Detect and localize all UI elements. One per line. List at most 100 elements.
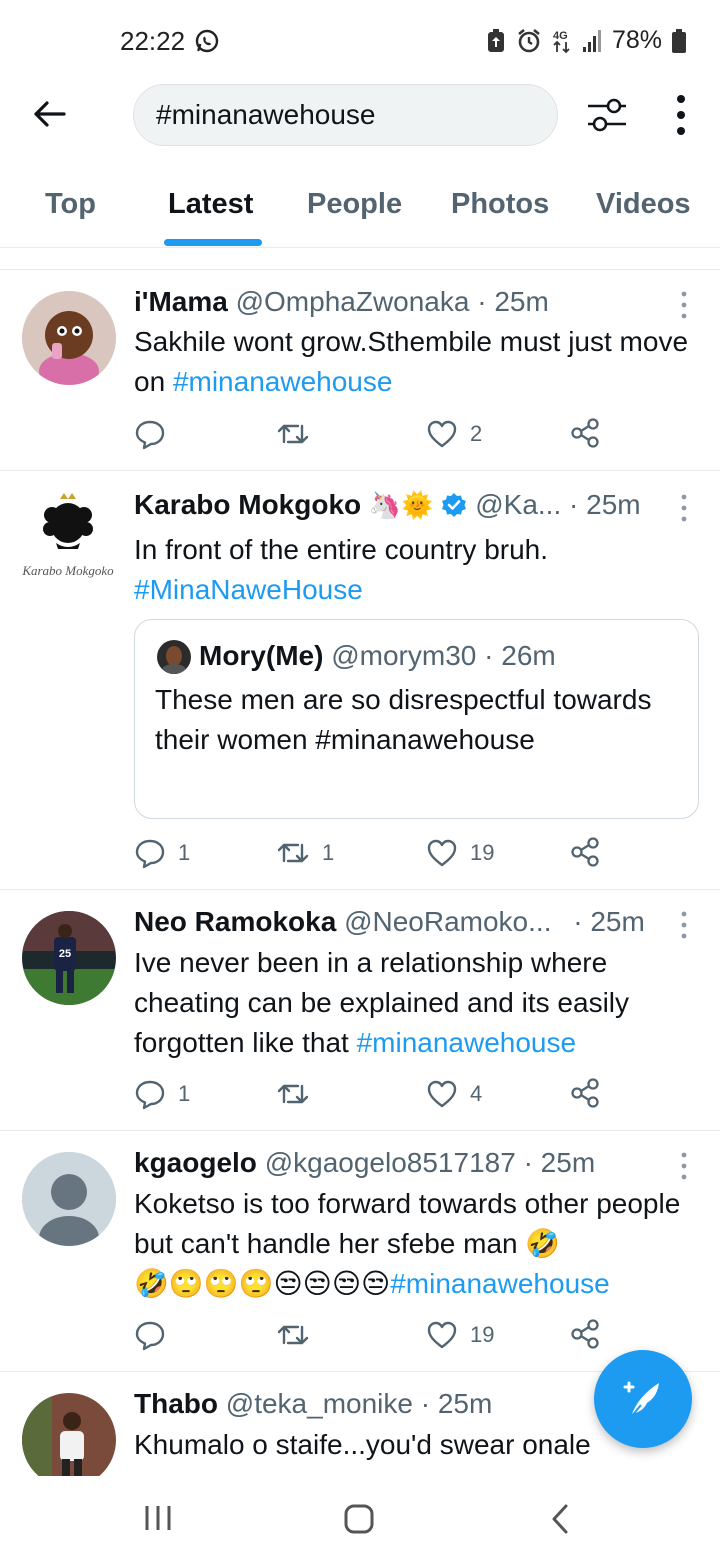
like-icon [427,1080,457,1108]
avatar-jersey-number: 25 [59,948,71,960]
tweet-header: kgaogelo @kgaogelo8517187 · 25m [134,1147,595,1179]
like-count: 19 [470,1322,495,1347]
tweet-text: Sakhile wont grow.Sthembile must just mo… [134,326,689,397]
tab-photos[interactable]: Photos [451,188,549,221]
retweet-button[interactable] [276,418,322,450]
author-name[interactable]: Thabo [134,1388,218,1419]
tweet-time: · 25m [569,489,641,520]
like-icon [427,420,457,448]
like-icon [427,839,457,867]
home-icon[interactable] [343,1503,375,1535]
retweet-icon [277,424,309,444]
avatar-caption: Karabo Mokgoko [21,563,114,578]
tweet-options-icon[interactable] [676,1151,692,1181]
quote-author-name: Mory(Me) [199,640,324,671]
share-icon [571,418,599,448]
retweet-icon [277,1325,309,1345]
tab-videos[interactable]: Videos [596,188,691,221]
author-handle: @kgaogelo8517187 [264,1147,516,1178]
avatar[interactable] [22,291,116,385]
quote-time: · 26m [484,640,556,671]
hashtag-link[interactable]: #minanawehouse [357,1027,577,1058]
like-button[interactable]: 4 [426,1078,482,1110]
like-count: 2 [470,421,483,446]
battery-icon [672,28,686,53]
tweet[interactable]: 25 Neo Ramokoka @NeoRamoko... · 25m Ive … [0,890,720,1130]
reply-count: 1 [178,840,191,865]
author-name[interactable]: Neo Ramokoka [134,906,336,937]
retweet-button[interactable] [276,1319,322,1351]
author-name[interactable]: Karabo Mokgoko [134,489,361,520]
like-button[interactable]: 19 [426,837,494,869]
compose-tweet-button[interactable] [594,1350,692,1448]
tab-people[interactable]: People [307,188,402,221]
alarm-icon [518,28,540,52]
share-button[interactable] [570,1319,600,1349]
hashtag-link[interactable]: #minanawehouse [390,1268,610,1299]
quoted-tweet[interactable]: Mory(Me) @morym30 · 26m These men are so… [134,619,699,819]
share-button[interactable] [570,1078,600,1108]
tweet-actions: 1 1 19 [134,837,614,871]
tweet[interactable]: i'Mama @OmphaZwonaka · 25m Sakhile wont … [0,270,720,470]
avatar[interactable] [22,1393,116,1476]
reply-button[interactable]: 1 [134,837,190,869]
battery-percent: 78% [611,26,662,54]
avatar[interactable]: Karabo Mokgoko [16,489,120,583]
whatsapp-icon [195,29,219,53]
share-button[interactable] [570,837,600,867]
reply-button[interactable] [134,418,178,450]
filter-icon[interactable] [586,94,628,136]
hashtag-link[interactable]: #MinaNaweHouse [134,574,363,605]
tweet-text: Koketso is too forward towards other peo… [134,1188,681,1300]
tweet-time: · 25m [523,1147,596,1178]
like-button[interactable]: 19 [426,1319,494,1351]
avatar[interactable]: 25 [22,911,116,1005]
quote-header: Mory(Me) @morym30 · 26m [199,640,556,672]
reply-button[interactable]: 1 [134,1078,190,1110]
tab-top[interactable]: Top [45,188,96,221]
status-bar: 22:22 4G 78% [0,0,720,80]
author-name[interactable]: i'Mama [134,286,228,317]
tab-latest[interactable]: Latest [168,188,253,221]
back-arrow-icon[interactable] [30,94,70,134]
author-handle: @Ka... [475,489,562,520]
more-vertical-icon[interactable] [668,94,694,136]
author-name[interactable]: kgaogelo [134,1147,257,1178]
tweet-options-icon[interactable] [676,910,692,940]
avatar[interactable] [22,1152,116,1246]
reply-icon [135,420,165,450]
tweet-time: · 25m [477,286,549,317]
reply-icon [135,1321,165,1351]
like-icon [427,1321,457,1349]
share-button[interactable] [570,418,600,448]
like-button[interactable]: 2 [426,418,482,450]
hashtag-link[interactable]: #minanawehouse [173,366,393,397]
search-header: #minanawehouse [0,80,720,170]
reply-count: 1 [178,1081,191,1106]
search-input[interactable]: #minanawehouse [133,84,558,146]
tweet-options-icon[interactable] [676,290,692,320]
tweet-actions: 1 4 [134,1078,614,1112]
quote-author-handle: @morym30 [331,640,477,671]
like-count: 19 [470,840,495,865]
tweet-text: Ive never been in a relationship where c… [134,947,630,1058]
reply-button[interactable] [134,1319,178,1351]
retweet-button[interactable]: 1 [276,837,334,869]
tweet[interactable]: kgaogelo @kgaogelo8517187 · 25m Koketso … [0,1131,720,1371]
system-navigation-bar [0,1476,720,1560]
active-tab-indicator [164,239,262,246]
tweet-text: In front of the entire country bruh. #Min… [134,534,549,605]
retweet-icon [277,843,309,863]
recent-apps-icon[interactable] [144,1504,172,1532]
search-query: #minanawehouse [156,99,376,130]
author-handle: @OmphaZwonaka [235,286,470,317]
retweet-count: 1 [322,840,335,865]
system-back-icon[interactable] [548,1503,574,1535]
signal-icon [582,29,601,52]
status-time: 22:22 [120,26,186,56]
retweet-button[interactable] [276,1078,322,1110]
tweet[interactable]: Karabo Mokgoko Karabo Mokgoko 🦄🌞 @Ka... … [0,471,720,889]
tweet-actions: 19 [134,1319,614,1353]
tweet-options-icon[interactable] [676,493,692,523]
retweet-icon [277,1084,309,1104]
